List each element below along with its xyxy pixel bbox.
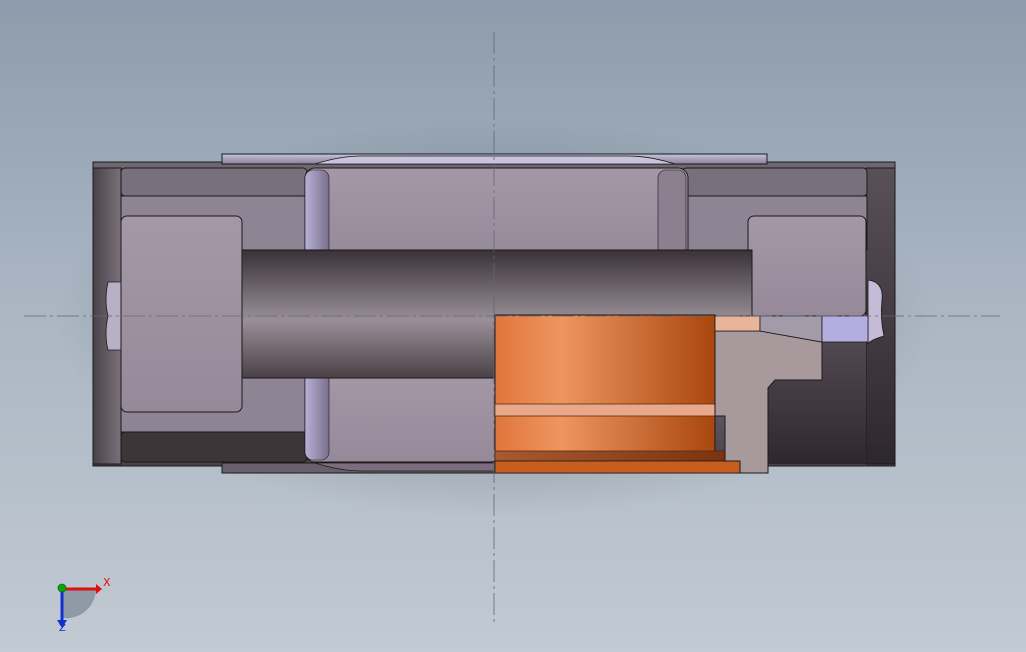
lower-flat-fillet-left bbox=[304, 369, 330, 461]
section-lip bbox=[494, 460, 741, 474]
top-right-shoulder[interactable] bbox=[681, 167, 868, 197]
left-pocket[interactable] bbox=[120, 215, 243, 413]
section-groove-light bbox=[494, 403, 725, 417]
section-groove-dark bbox=[494, 450, 726, 462]
triad-x-arrow bbox=[96, 584, 102, 594]
right-notch bbox=[867, 279, 885, 345]
model-view[interactable] bbox=[0, 0, 1026, 652]
top-band-fillet bbox=[314, 155, 676, 165]
upper-flat[interactable] bbox=[304, 167, 689, 259]
bottom-left-shoulder[interactable] bbox=[120, 431, 308, 463]
triad-z-label: Z bbox=[59, 623, 66, 634]
right-pocket[interactable] bbox=[747, 215, 867, 317]
section-copper-body[interactable] bbox=[494, 314, 716, 474]
lower-flat[interactable] bbox=[304, 367, 501, 463]
triad-shadow bbox=[62, 590, 96, 619]
triad-y-axis bbox=[57, 583, 67, 593]
upper-flat-fillet-left bbox=[304, 169, 330, 257]
triad-x-label: X bbox=[103, 576, 111, 589]
section-port bbox=[821, 315, 869, 343]
upper-flat-fillet-right bbox=[657, 169, 687, 257]
graphics-viewport[interactable]: X Z bbox=[0, 0, 1026, 652]
top-left-shoulder[interactable] bbox=[120, 167, 308, 197]
orientation-triad[interactable] bbox=[57, 583, 102, 628]
section-face-top bbox=[714, 315, 761, 332]
